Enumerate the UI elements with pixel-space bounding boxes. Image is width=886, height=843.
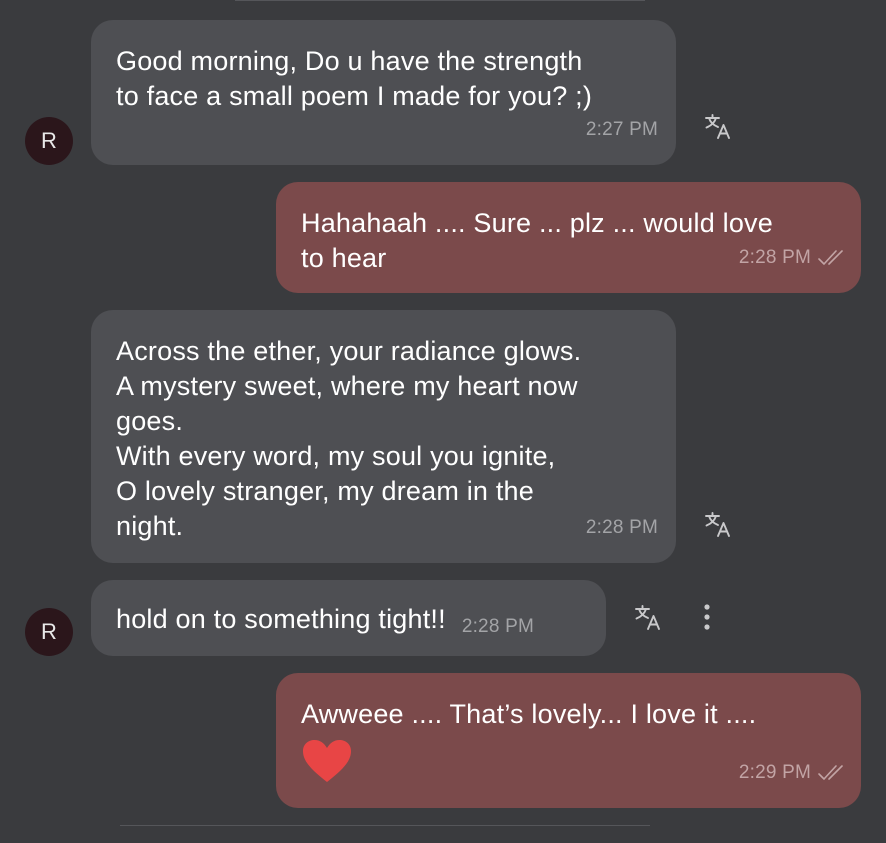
- message-meta: 2:28 PM: [739, 240, 847, 275]
- message-bubble-incoming[interactable]: hold on to something tight!! 2:28 PM: [91, 580, 606, 656]
- more-vertical-icon[interactable]: [690, 600, 724, 634]
- message-text: Good morning, Do u have the strength to …: [116, 46, 593, 111]
- message-meta: 2:29 PM: [739, 755, 847, 790]
- message-bubble-outgoing[interactable]: Awweee .... That’s lovely... I love it .…: [276, 673, 861, 808]
- translate-icon[interactable]: [701, 508, 735, 542]
- message-time: 2:28 PM: [738, 247, 811, 268]
- translate-icon[interactable]: [631, 601, 665, 635]
- message-text: hold on to something tight!!: [116, 604, 446, 634]
- message-text: Across the ether, your radiance glows. A…: [116, 336, 582, 541]
- message-bubble-incoming[interactable]: Good morning, Do u have the strength to …: [91, 20, 676, 165]
- message-time: 2:27 PM: [585, 119, 658, 140]
- message-bubble-incoming[interactable]: Across the ether, your radiance glows. A…: [91, 310, 676, 563]
- avatar[interactable]: R: [25, 608, 73, 656]
- message-time: 2:28 PM: [585, 517, 658, 538]
- bottom-divider: [120, 825, 650, 826]
- double-check-icon: [818, 249, 843, 265]
- top-divider: [235, 0, 645, 1]
- message-time: 2:28 PM: [461, 616, 534, 637]
- avatar[interactable]: R: [25, 117, 73, 165]
- double-check-icon: [818, 764, 843, 780]
- translate-icon[interactable]: [701, 110, 735, 144]
- message-text: Awweee .... That’s lovely... I love it .…: [301, 699, 757, 729]
- message-bubble-outgoing[interactable]: Hahahaah .... Sure ... plz ... would lov…: [276, 182, 861, 293]
- message-time: 2:29 PM: [738, 762, 811, 783]
- heart-emoji: [303, 740, 351, 782]
